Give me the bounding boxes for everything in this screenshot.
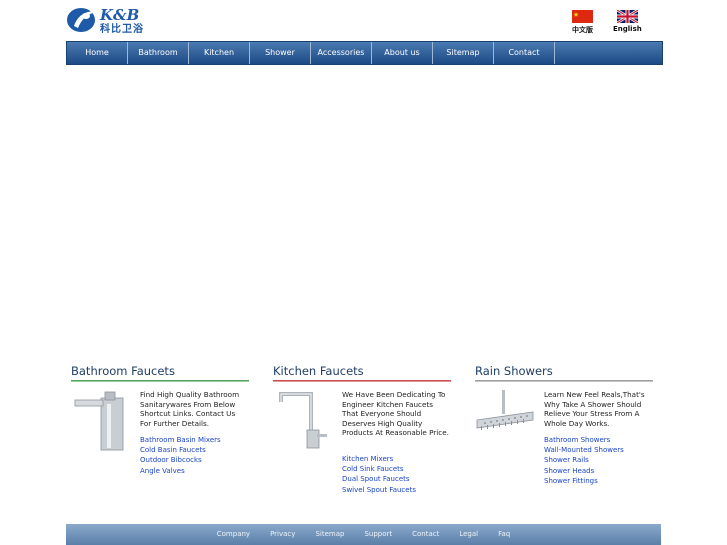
nav-kitchen[interactable]: Kitchen (189, 42, 250, 64)
section-links: Bathroom Showers Wall-Mounted Showers Sh… (544, 435, 654, 486)
footer-link-legal[interactable]: Legal (459, 524, 478, 545)
link-swivel-spout-faucets[interactable]: Swivel Spout Faucets (342, 485, 452, 495)
section-description: We Have Been Dedicating To Engineer Kitc… (342, 390, 449, 438)
section-rule (71, 380, 249, 382)
section-description: Learn New Feel Reals,That's Why Take A S… (544, 390, 645, 428)
section-kitchen-faucets: Kitchen Faucets We Have Been Dedicating … (273, 364, 451, 494)
kitchen-faucet-image[interactable] (273, 390, 333, 452)
section-rain-showers: Rain Showers Learn New Feel Reals,That's… (475, 364, 653, 485)
rain-shower-image[interactable] (475, 390, 535, 452)
lang-english[interactable]: English (613, 10, 642, 33)
nav-accessories[interactable]: Accessories (311, 42, 372, 64)
nav-bathroom[interactable]: Bathroom (128, 42, 189, 64)
link-angle-valves[interactable]: Angle Valves (140, 466, 250, 476)
nav-home[interactable]: Home (67, 42, 128, 64)
uk-flag-icon (616, 10, 638, 23)
lang-english-label: English (613, 25, 642, 33)
link-wall-mounted-showers[interactable]: Wall-Mounted Showers (544, 445, 654, 455)
nav-sitemap[interactable]: Sitemap (433, 42, 494, 64)
lang-chinese[interactable]: 中文版 (572, 10, 593, 35)
nav-contact[interactable]: Contact (494, 42, 555, 64)
main-nav: Home Bathroom Kitchen Shower Accessories… (66, 41, 663, 65)
link-shower-heads[interactable]: Shower Heads (544, 466, 654, 476)
lang-chinese-label: 中文版 (572, 26, 593, 34)
footer-link-privacy[interactable]: Privacy (270, 524, 295, 545)
brand-cn-name: 科比卫浴 (100, 24, 144, 35)
footer-link-company[interactable]: Company (217, 524, 250, 545)
section-title: Kitchen Faucets (273, 364, 364, 378)
section-title: Bathroom Faucets (71, 364, 175, 378)
link-outdoor-bibcocks[interactable]: Outdoor Bibcocks (140, 455, 250, 465)
nav-shower[interactable]: Shower (250, 42, 311, 64)
link-dual-spout-faucets[interactable]: Dual Spout Faucets (342, 474, 452, 484)
section-bathroom-faucets: Bathroom Faucets Find High Quality Bathr… (71, 364, 249, 475)
link-bathroom-showers[interactable]: Bathroom Showers (544, 435, 654, 445)
link-shower-fittings[interactable]: Shower Fittings (544, 476, 654, 486)
section-rule (475, 380, 653, 382)
link-cold-basin-faucets[interactable]: Cold Basin Faucets (140, 445, 250, 455)
footer-link-contact[interactable]: Contact (412, 524, 439, 545)
link-cold-sink-faucets[interactable]: Cold Sink Faucets (342, 464, 452, 474)
section-links: Kitchen Mixers Cold Sink Faucets Dual Sp… (342, 454, 452, 495)
footer-link-sitemap[interactable]: Sitemap (315, 524, 344, 545)
section-links: Bathroom Basin Mixers Cold Basin Faucets… (140, 435, 250, 476)
link-bathroom-basin-mixers[interactable]: Bathroom Basin Mixers (140, 435, 250, 445)
china-flag-icon (572, 10, 593, 23)
link-shower-rails[interactable]: Shower Rails (544, 455, 654, 465)
nav-about-us[interactable]: About us (372, 42, 433, 64)
footer-link-support[interactable]: Support (364, 524, 392, 545)
footer-bar: Company Privacy Sitemap Support Contact … (66, 524, 661, 545)
section-rule (273, 380, 451, 382)
section-description: Find High Quality Bathroom Sanitarywares… (140, 390, 240, 428)
footer-link-faq[interactable]: Faq (498, 524, 510, 545)
link-kitchen-mixers[interactable]: Kitchen Mixers (342, 454, 452, 464)
section-title: Rain Showers (475, 364, 553, 378)
basin-faucet-image[interactable] (71, 390, 131, 452)
